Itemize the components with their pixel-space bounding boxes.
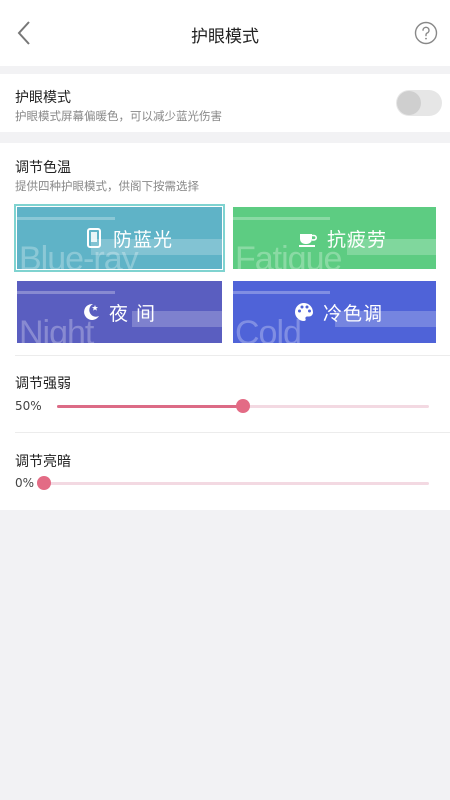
eye-mode-toggle[interactable] — [396, 90, 442, 116]
eye-mode-card: 护眼模式 护眼模式屏幕偏暖色，可以减少蓝光伤害 — [0, 74, 450, 132]
mode-tile-fatigue[interactable]: Fatigue 抗疲劳 — [233, 207, 436, 269]
strength-value: 50% — [15, 399, 42, 413]
eye-mode-subtitle: 护眼模式屏幕偏暖色，可以减少蓝光伤害 — [15, 109, 222, 123]
question-circle-icon[interactable] — [414, 21, 438, 45]
divider — [15, 432, 450, 433]
strength-title: 调节强弱 — [15, 376, 71, 392]
mode-label: 防蓝光 — [113, 228, 174, 251]
mode-label: 抗疲劳 — [327, 228, 388, 251]
brightness-value: 0% — [15, 476, 35, 490]
brightness-slider-thumb[interactable] — [37, 476, 51, 490]
phone-icon — [87, 228, 101, 248]
moon-star-icon — [84, 303, 99, 320]
toggle-knob — [397, 91, 421, 115]
page-title: 护眼模式 — [191, 27, 259, 47]
brightness-title: 调节亮暗 — [15, 454, 71, 470]
coffee-cup-icon — [299, 234, 317, 247]
mode-label: 冷色调 — [323, 302, 384, 325]
eye-mode-title: 护眼模式 — [15, 90, 71, 106]
mode-tile-cold[interactable]: Cold 冷色调 — [233, 281, 436, 343]
brightness-slider-track[interactable] — [44, 482, 429, 485]
strength-slider-thumb[interactable] — [236, 399, 250, 413]
strength-slider-fill — [57, 405, 243, 408]
mode-tile-night[interactable]: Night 夜 间 — [17, 281, 222, 343]
mode-en-label: Cold — [235, 314, 302, 343]
top-bar: 护眼模式 — [0, 0, 450, 66]
color-temp-title: 调节色温 — [15, 160, 71, 176]
color-temp-subtitle: 提供四种护眼模式，供阁下按需选择 — [15, 179, 199, 193]
settings-card: 调节色温 提供四种护眼模式，供阁下按需选择 Blue-ray 防蓝光 Fatig… — [0, 143, 450, 510]
mode-tile-blue-ray[interactable]: Blue-ray 防蓝光 — [17, 207, 222, 269]
divider — [15, 355, 450, 356]
palette-icon — [295, 303, 313, 321]
mode-label: 夜 间 — [109, 302, 157, 325]
